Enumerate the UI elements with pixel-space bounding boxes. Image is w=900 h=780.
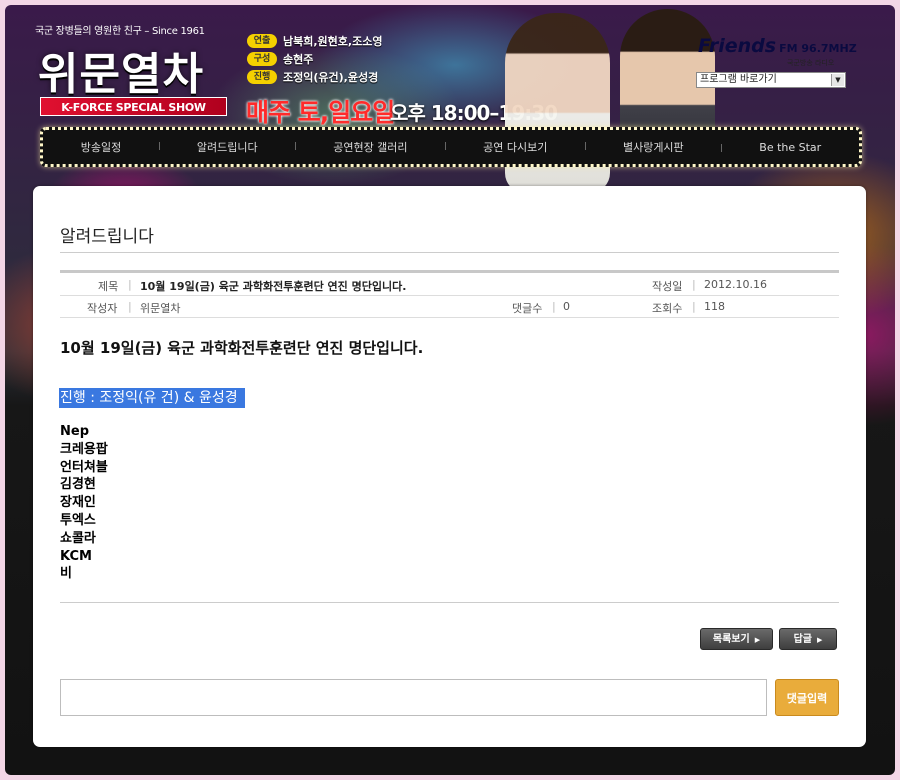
logo-subtitle: K-FORCE SPECIAL SHOW — [40, 97, 227, 116]
view-count: 118 — [704, 300, 725, 313]
nav-item-board[interactable]: 별사랑게시판 — [585, 139, 721, 155]
header-banner: 국군 장병들의 영원한 친구 – Since 1961 위문열차 K-FORCE… — [5, 5, 895, 193]
chevron-down-icon[interactable]: ▼ — [831, 74, 844, 86]
comment-submit-button[interactable]: 댓글입력 — [775, 679, 839, 716]
nav-item-replay[interactable]: 공연 다시보기 — [445, 139, 585, 155]
post-date: 2012.10.16 — [704, 278, 767, 291]
slogan: 국군 장병들의 영원한 친구 – Since 1961 — [35, 26, 205, 37]
post-meta-row-info: 작성자 | 위문열차 댓글수 | 0 조회수 | 118 — [60, 296, 839, 318]
credit-tag: 구성 — [247, 51, 277, 66]
station-logo[interactable]: Friends FM 96.7MHZ — [698, 35, 857, 57]
nav-item-gallery[interactable]: 공연현장 갤러리 — [295, 139, 445, 155]
list-item: 김경현 — [60, 477, 96, 493]
comment-count: 0 — [563, 300, 570, 313]
separator: | — [128, 300, 132, 313]
nav-item-schedule[interactable]: 방송일정 — [43, 139, 159, 155]
credit-tag: 연출 — [247, 33, 277, 48]
nav-item-notice[interactable]: 알려드립니다 — [159, 139, 295, 155]
content-panel: 알려드립니다 제목 | 10월 19일(금) 육군 과학화전투훈련단 연진 명단… — [33, 186, 866, 747]
list-item: 투엑스 — [60, 512, 96, 528]
credit-row-writer: 구성 송현주 — [247, 50, 382, 67]
page-title: 알려드립니다 — [60, 227, 154, 247]
logo-title[interactable]: 위문열차 — [38, 38, 204, 102]
program-select-value: 프로그램 바로가기 — [700, 74, 777, 85]
list-item: 쇼콜라 — [60, 530, 96, 546]
divider — [60, 602, 839, 603]
comment-input[interactable] — [60, 679, 767, 716]
chevron-right-icon: ▶ — [817, 636, 823, 644]
credit-names: 조정익(유건),윤성경 — [283, 70, 379, 84]
station-frequency: FM 96.7MHZ — [779, 42, 857, 55]
host-line-selected: 진행 : 조정익(유 건) & 윤성경 — [59, 388, 245, 408]
reply-button[interactable]: 답글 ▶ — [779, 628, 837, 650]
separator: | — [128, 278, 132, 291]
reply-button-label: 답글 — [793, 634, 812, 645]
list-item: 언터쳐블 — [60, 459, 108, 475]
credit-row-director: 연출 남북희,원현호,조소영 — [247, 32, 382, 49]
list-item: 크레용팝 — [60, 441, 108, 457]
date-label: 작성일 — [652, 280, 683, 293]
views-label: 조회수 — [652, 302, 683, 315]
separator: | — [552, 300, 556, 313]
list-button-label: 목록보기 — [712, 634, 750, 645]
divider — [60, 252, 839, 253]
nav-item-be-the-star[interactable]: Be the Star — [721, 141, 859, 154]
schedule-day: 매주 토,일요일 — [246, 98, 395, 127]
main-nav: 방송일정 알려드립니다 공연현장 갤러리 공연 다시보기 별사랑게시판 Be t… — [40, 127, 862, 167]
list-button[interactable]: 목록보기 ▶ — [700, 628, 773, 650]
subject-label: 제목 — [98, 280, 119, 293]
list-item: KCM — [60, 548, 92, 564]
credit-names: 남북희,원현호,조소영 — [283, 34, 383, 48]
chevron-right-icon: ▶ — [754, 636, 761, 644]
credit-names: 송현주 — [283, 52, 314, 66]
credit-row-hosts: 진행 조정익(유건),윤성경 — [247, 68, 382, 85]
separator: | — [692, 300, 696, 313]
credits: 연출 남북희,원현호,조소영 구성 송현주 진행 조정익(유건),윤성경 — [247, 32, 382, 86]
list-item: 장재인 — [60, 495, 96, 511]
post-author: 위문열차 — [140, 302, 181, 315]
author-label: 작성자 — [87, 302, 118, 315]
post-subject: 10월 19일(금) 육군 과학화전투훈련단 연진 명단입니다. — [140, 280, 407, 293]
post-headline: 10월 19일(금) 육군 과학화전투훈련단 연진 명단입니다. — [60, 339, 424, 357]
station-name: Friends — [698, 35, 777, 57]
list-item: Nep — [60, 424, 90, 439]
divider — [60, 270, 839, 273]
program-select[interactable]: 프로그램 바로가기 ▼ — [696, 72, 846, 88]
credit-tag: 진행 — [247, 69, 277, 84]
post-meta-row-subject: 제목 | 10월 19일(금) 육군 과학화전투훈련단 연진 명단입니다. 작성… — [60, 274, 839, 296]
comments-label: 댓글수 — [512, 302, 543, 315]
list-item: 비 — [60, 566, 72, 582]
station-subtitle: 국군방송 라디오 — [787, 59, 835, 67]
page-frame: 국군 장병들의 영원한 친구 – Since 1961 위문열차 K-FORCE… — [5, 5, 895, 775]
lineup-list: Nep 크레용팝 언터쳐블 김경현 장재인 투엑스 쇼콜라 KCM 비 — [60, 423, 108, 583]
separator: | — [692, 278, 696, 291]
